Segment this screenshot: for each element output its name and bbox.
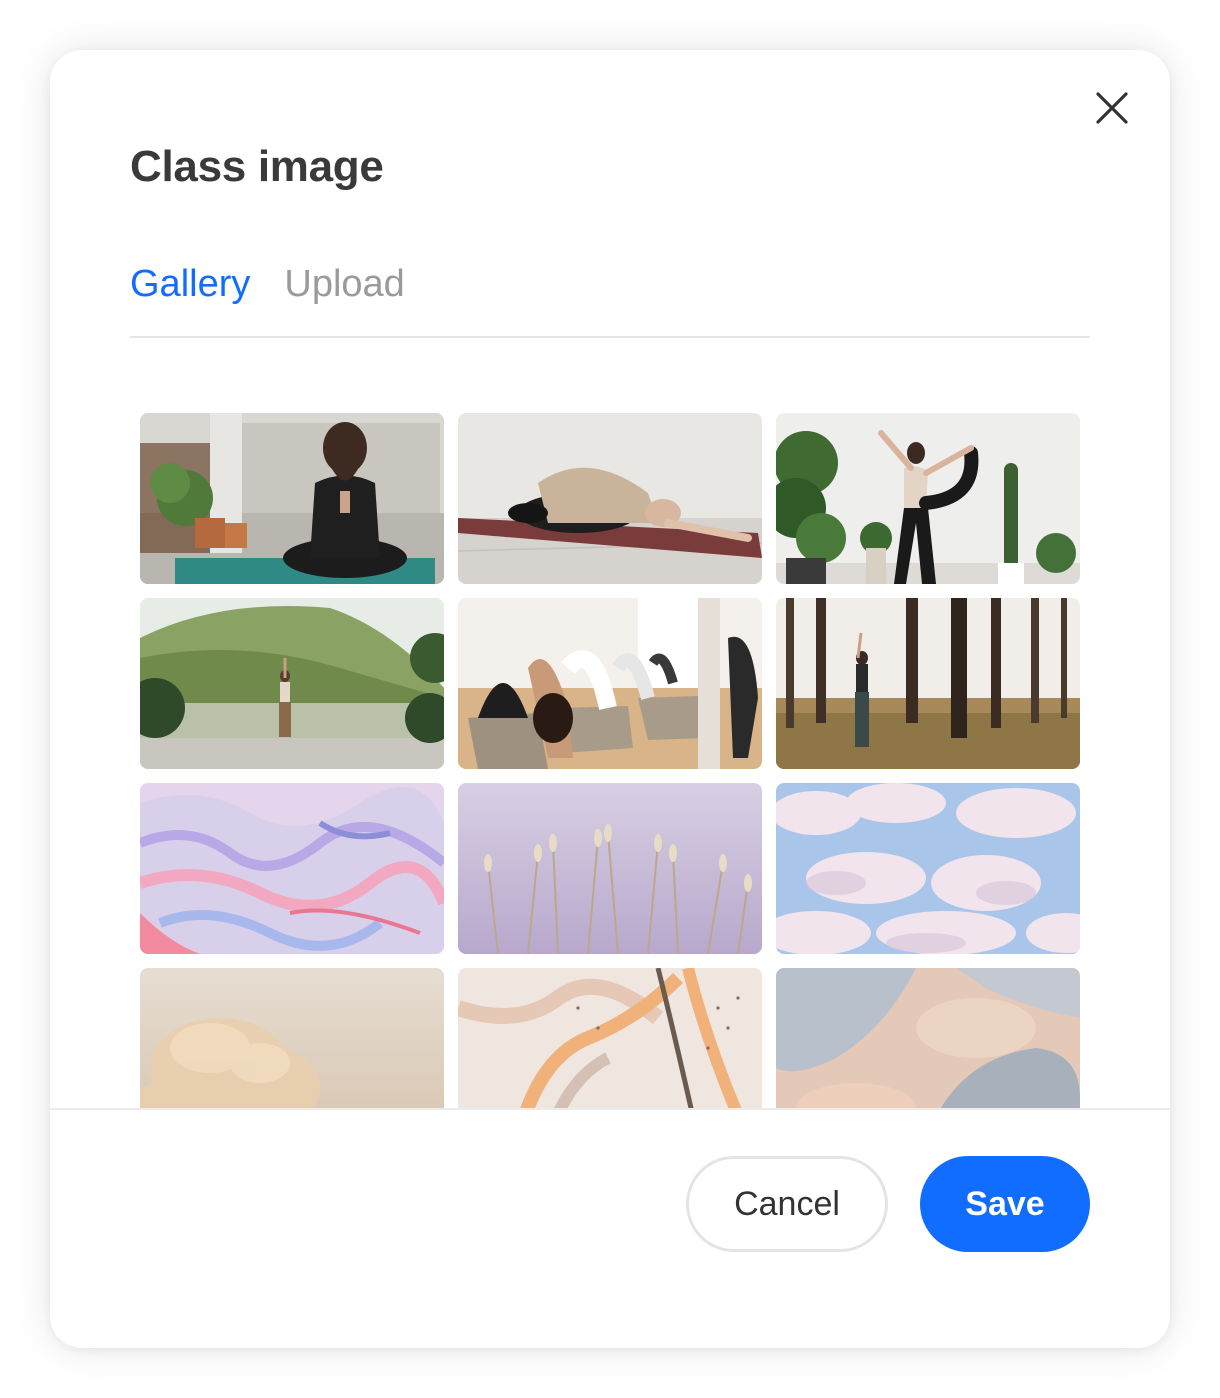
close-button[interactable]	[1090, 86, 1134, 130]
gallery-thumbnail[interactable]	[776, 968, 1080, 1108]
gallery-thumbnail[interactable]	[140, 413, 444, 584]
close-icon	[1096, 92, 1128, 124]
gallery-thumbnail[interactable]	[140, 968, 444, 1108]
footer-divider	[50, 1108, 1170, 1110]
tab-upload[interactable]: Upload	[284, 260, 404, 336]
cancel-button[interactable]: Cancel	[686, 1156, 888, 1252]
gallery-thumbnail[interactable]	[458, 598, 762, 769]
gallery-thumbnail[interactable]	[458, 783, 762, 954]
gallery-thumbnail[interactable]	[776, 783, 1080, 954]
save-button[interactable]: Save	[920, 1156, 1090, 1252]
gallery-thumbnail[interactable]	[458, 413, 762, 584]
gallery-thumbnail[interactable]	[458, 968, 762, 1108]
gallery-thumbnail[interactable]	[776, 598, 1080, 769]
gallery-thumbnail[interactable]	[140, 783, 444, 954]
tab-gallery[interactable]: Gallery	[130, 260, 250, 336]
gallery-grid	[140, 413, 1080, 1108]
image-gallery[interactable]	[50, 338, 1170, 1108]
gallery-thumbnail[interactable]	[140, 598, 444, 769]
dialog-title: Class image	[130, 142, 384, 191]
class-image-dialog: Class image Gallery Upload Cancel Save	[50, 50, 1170, 1348]
tab-bar: Gallery Upload	[130, 260, 1090, 338]
gallery-thumbnail[interactable]	[776, 413, 1080, 584]
